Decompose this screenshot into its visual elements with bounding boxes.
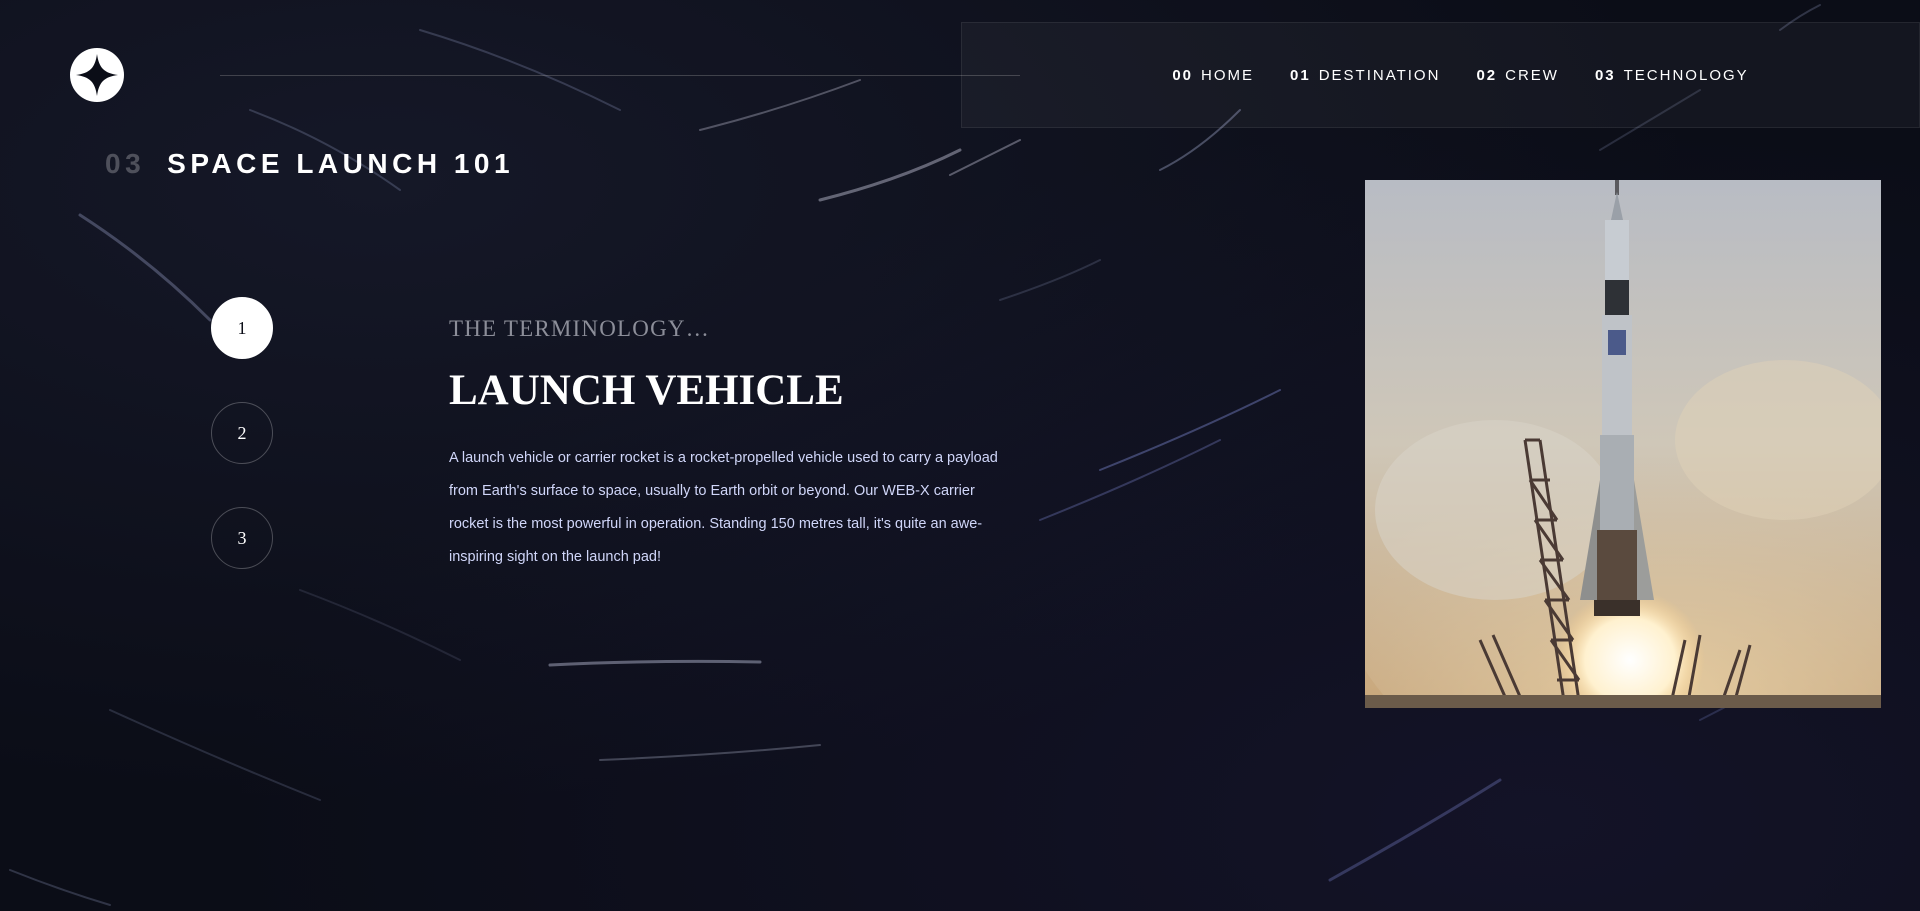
page-title-text: SPACE LAUNCH 101: [167, 148, 515, 179]
nav-item-technology[interactable]: 03 TECHNOLOGY: [1595, 67, 1749, 84]
nav-item-home[interactable]: 00 HOME: [1172, 67, 1254, 84]
nav-item-label: TECHNOLOGY: [1623, 66, 1749, 84]
nav-item-number: 01: [1290, 66, 1311, 84]
logo[interactable]: [70, 48, 124, 102]
terminology-eyebrow: THE TERMINOLOGY…: [449, 316, 710, 341]
header-divider: [220, 75, 1020, 76]
nav-item-number: 00: [1172, 66, 1194, 84]
nav-item-crew[interactable]: 02 CREW: [1476, 67, 1559, 84]
technology-title: LAUNCH VEHICLE: [449, 367, 844, 414]
technology-description: A launch vehicle or carrier rocket is a …: [449, 450, 998, 565]
rocket-illustration: [1365, 180, 1881, 708]
launch-vehicle-image: [1365, 180, 1881, 708]
nav-item-destination[interactable]: 01 DESTINATION: [1290, 67, 1440, 84]
nav-item-number: 02: [1476, 66, 1498, 84]
step-button-1[interactable]: 1: [211, 297, 273, 359]
page-number: 03: [105, 148, 146, 179]
main-nav: 00 HOME 01 DESTINATION 02 CREW 03 TECHNO…: [961, 22, 1920, 128]
nav-item-label: HOME: [1201, 66, 1255, 84]
nav-item-number: 03: [1594, 66, 1616, 84]
star-icon: [76, 54, 118, 96]
nav-item-label: CREW: [1505, 66, 1559, 84]
page-title: 03 SPACE LAUNCH 101: [105, 148, 514, 180]
step-button-3[interactable]: 3: [211, 507, 273, 569]
step-button-2[interactable]: 2: [211, 402, 273, 464]
nav-item-label: DESTINATION: [1318, 66, 1441, 84]
